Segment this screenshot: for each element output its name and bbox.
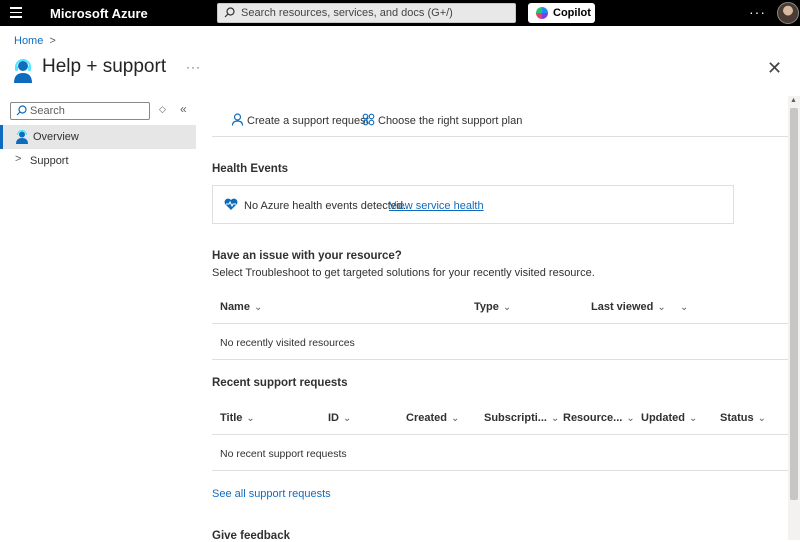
support-agent-icon [12, 58, 34, 84]
column-header-label: Subscripti... [484, 412, 547, 424]
chevron-down-icon: ⌄ [689, 413, 698, 424]
column-header-updated[interactable]: Updated ⌄ [641, 412, 697, 424]
sidebar-item-label: Overview [33, 131, 79, 143]
breadcrumb-home-link[interactable]: Home [14, 35, 43, 47]
column-header-title[interactable]: Title ⌄ [220, 412, 255, 424]
health-events-message: No Azure health events detected. [244, 200, 407, 212]
empty-requests-message: No recent support requests [220, 448, 347, 460]
search-icon [224, 7, 235, 21]
close-icon[interactable]: ✕ [767, 58, 782, 79]
create-support-request-button[interactable]: Create a support request [231, 113, 369, 129]
heart-pulse-icon [224, 198, 238, 211]
chevron-down-icon: ⌄ [757, 413, 767, 424]
sidebar-item-support[interactable]: > Support [0, 149, 196, 173]
chevron-down-icon: ⌄ [657, 302, 666, 313]
chevron-down-icon: ⌄ [550, 413, 560, 424]
person-support-icon [231, 113, 244, 129]
chevron-down-icon: ⌄ [450, 413, 460, 424]
chevron-down-icon: ⌄ [246, 413, 255, 424]
resource-issue-title: Have an issue with your resource? [212, 250, 402, 262]
scrollbar-thumb[interactable] [790, 108, 798, 500]
column-header-label: ID [328, 412, 339, 424]
column-header-label: Resource... [563, 412, 623, 424]
column-options-chevron[interactable]: ⌄ [676, 301, 688, 313]
brand-label[interactable]: Microsoft Azure [50, 6, 148, 21]
column-header-name[interactable]: Name ⌄ [220, 301, 262, 313]
title-more-icon[interactable]: ··· [186, 60, 201, 74]
sidebar-item-label: Support [30, 155, 69, 167]
column-header-last-viewed[interactable]: Last viewed ⌄ [591, 301, 666, 313]
see-all-requests-link[interactable]: See all support requests [212, 488, 331, 500]
chevron-right-icon: > [15, 153, 22, 165]
sidebar-item-overview[interactable]: Overview [0, 125, 196, 149]
hamburger-menu-icon[interactable] [10, 7, 22, 19]
table-divider [212, 434, 788, 435]
column-header-id[interactable]: ID ⌄ [328, 412, 351, 424]
view-service-health-link[interactable]: View service health [389, 200, 484, 212]
copilot-icon [536, 7, 548, 19]
chevron-down-icon: ⌄ [253, 302, 263, 313]
search-icon [16, 105, 27, 119]
health-events-title: Health Events [212, 163, 289, 175]
sidebar-search-input[interactable]: Search [10, 102, 150, 120]
table-divider [212, 323, 788, 324]
chevron-down-icon: ⌄ [626, 413, 635, 424]
chevron-down-icon: ⌄ [680, 302, 689, 313]
create-support-request-label: Create a support request [247, 114, 369, 127]
column-header-label: Last viewed [591, 301, 654, 313]
recent-requests-title: Recent support requests [212, 377, 348, 389]
copilot-label: Copilot [553, 7, 591, 19]
command-bar-divider [212, 136, 788, 137]
column-header-status[interactable]: Status ⌄ [720, 412, 766, 424]
sidebar-search-placeholder: Search [30, 105, 65, 117]
table-divider [212, 470, 788, 471]
global-search-input[interactable]: Search resources, services, and docs (G+… [217, 3, 516, 23]
column-header-label: Updated [641, 412, 685, 424]
breadcrumb: Home > [14, 35, 56, 47]
resource-issue-subtitle: Select Troubleshoot to get targeted solu… [212, 267, 595, 279]
vertical-scrollbar[interactable]: ▲ [788, 96, 800, 540]
filter-diamond-icon[interactable]: ◇ [159, 104, 166, 115]
column-header-type[interactable]: Type ⌄ [474, 301, 511, 313]
breadcrumb-separator: > [49, 35, 56, 47]
global-search-placeholder: Search resources, services, and docs (G+… [241, 7, 453, 19]
choose-support-plan-label: Choose the right support plan [378, 114, 523, 127]
chevron-down-icon: ⌄ [343, 413, 352, 424]
choose-support-plan-button[interactable]: Choose the right support plan [362, 113, 522, 129]
give-feedback-title: Give feedback [212, 530, 290, 542]
more-options-icon[interactable]: ··· [749, 4, 766, 20]
table-divider [212, 359, 788, 360]
copilot-button[interactable]: Copilot [528, 3, 595, 23]
empty-resources-message: No recently visited resources [220, 337, 355, 349]
column-header-label: Name [220, 301, 250, 313]
column-header-label: Title [220, 412, 243, 424]
collapse-sidebar-icon[interactable]: « [180, 102, 187, 116]
health-events-panel: No Azure health events detected. View se… [212, 185, 734, 224]
support-agent-icon [15, 129, 29, 144]
column-header-label: Created [406, 412, 447, 424]
column-header-created[interactable]: Created ⌄ [406, 412, 459, 424]
plan-icon [362, 113, 375, 129]
column-header-label: Status [720, 412, 754, 424]
column-header-resource[interactable]: Resource... ⌄ [563, 412, 635, 424]
chevron-down-icon: ⌄ [502, 302, 512, 313]
top-bar: Microsoft Azure Search resources, servic… [0, 0, 800, 26]
page-title: Help + support [42, 56, 167, 77]
scroll-up-icon[interactable]: ▲ [790, 97, 797, 104]
column-header-label: Type [474, 301, 499, 313]
avatar[interactable] [777, 2, 799, 24]
column-header-subscription[interactable]: Subscripti... ⌄ [484, 412, 559, 424]
